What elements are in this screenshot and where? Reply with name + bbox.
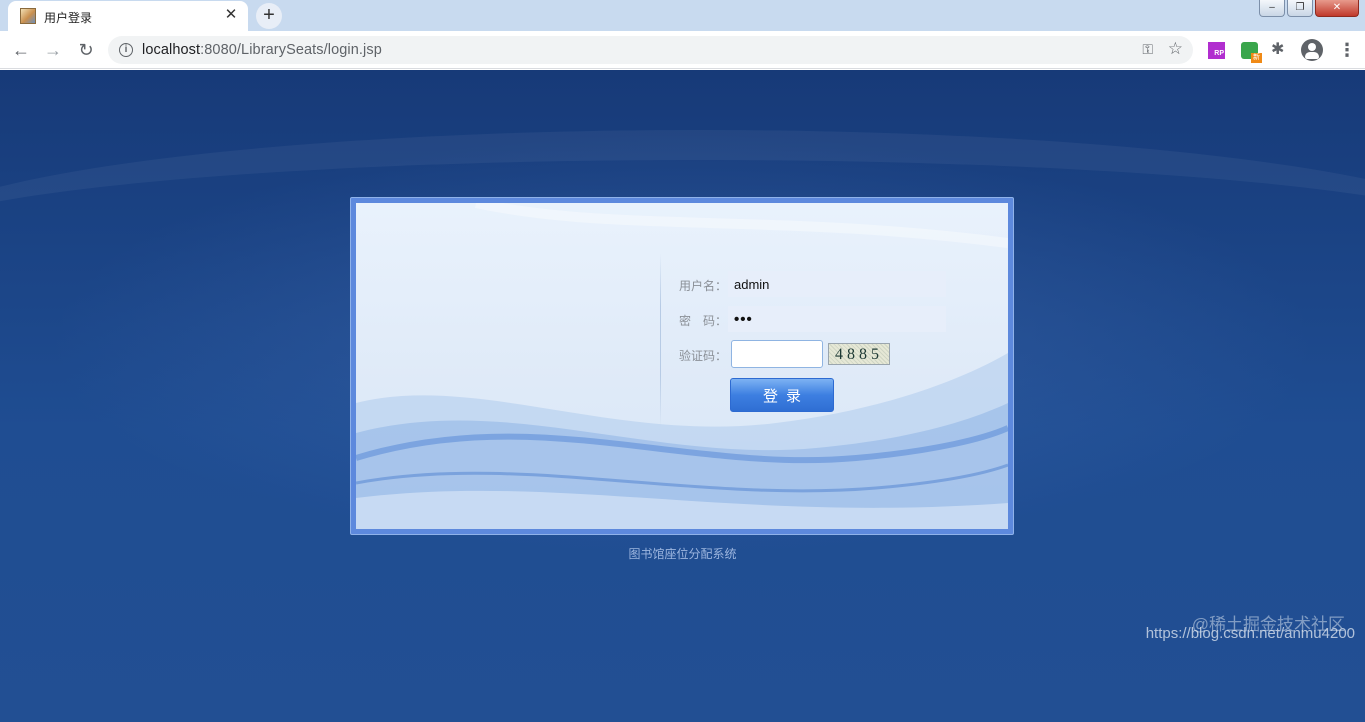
rp-extension-icon[interactable]: RP	[1208, 42, 1225, 59]
system-title: 图书馆座位分配系统	[628, 547, 737, 561]
browser-chrome: 用户登录 ✕ + – ❐ ✕ ← → ↻ i localhost:8080/Li…	[0, 0, 1365, 70]
tab-title: 用户登录	[44, 11, 93, 25]
forward-button[interactable]: →	[41, 39, 65, 61]
profile-icon[interactable]	[1301, 39, 1323, 61]
favicon-icon	[20, 8, 36, 24]
star-icon[interactable]: ☆	[1168, 39, 1183, 59]
menu-icon[interactable]: ⋮	[1338, 39, 1356, 61]
login-frame: 用户名： 密 码： 验证码： 4885 登录	[350, 197, 1014, 535]
green-extension-icon[interactable]	[1241, 42, 1262, 63]
tab-login[interactable]: 用户登录 ✕	[8, 1, 248, 31]
captcha-image[interactable]: 4885	[828, 343, 890, 365]
login-panel: 用户名： 密 码： 验证码： 4885 登录	[356, 203, 1008, 529]
tab-close-icon[interactable]: ✕	[222, 6, 240, 24]
address-bar[interactable]: i localhost:8080/LibrarySeats/login.jsp …	[108, 36, 1193, 64]
window-controls: – ❐ ✕	[1259, 0, 1359, 18]
captcha-input[interactable]	[731, 340, 823, 368]
browser-toolbar: ← → ↻ i localhost:8080/LibrarySeats/logi…	[0, 31, 1365, 69]
decorative-wave	[356, 203, 1008, 529]
url-text[interactable]: localhost:8080/LibrarySeats/login.jsp	[142, 42, 382, 58]
watermark-url: https://blog.csdn.net/anmu4200	[1145, 625, 1355, 642]
panel-divider	[660, 253, 661, 428]
url-host: localhost	[142, 42, 201, 58]
username-input[interactable]	[728, 271, 946, 297]
login-button[interactable]: 登录	[730, 378, 834, 412]
password-label: 密 码：	[679, 314, 728, 328]
window-close-button[interactable]: ✕	[1315, 0, 1359, 17]
info-icon[interactable]: i	[119, 43, 133, 57]
restore-button[interactable]: ❐	[1287, 0, 1313, 17]
new-tab-button[interactable]: +	[256, 3, 282, 29]
back-button[interactable]: ←	[9, 39, 33, 61]
tab-strip: 用户登录 ✕ + – ❐ ✕	[0, 0, 1365, 31]
key-icon[interactable]: ⚿	[1142, 41, 1153, 58]
puzzle-icon[interactable]: ✱	[1271, 39, 1284, 59]
minimize-button[interactable]: –	[1259, 0, 1285, 17]
url-path: :8080/LibrarySeats/login.jsp	[200, 42, 382, 58]
username-label: 用户名：	[679, 279, 728, 293]
captcha-label: 验证码：	[679, 349, 728, 363]
password-input[interactable]	[728, 306, 946, 332]
reload-button[interactable]: ↻	[74, 39, 98, 61]
